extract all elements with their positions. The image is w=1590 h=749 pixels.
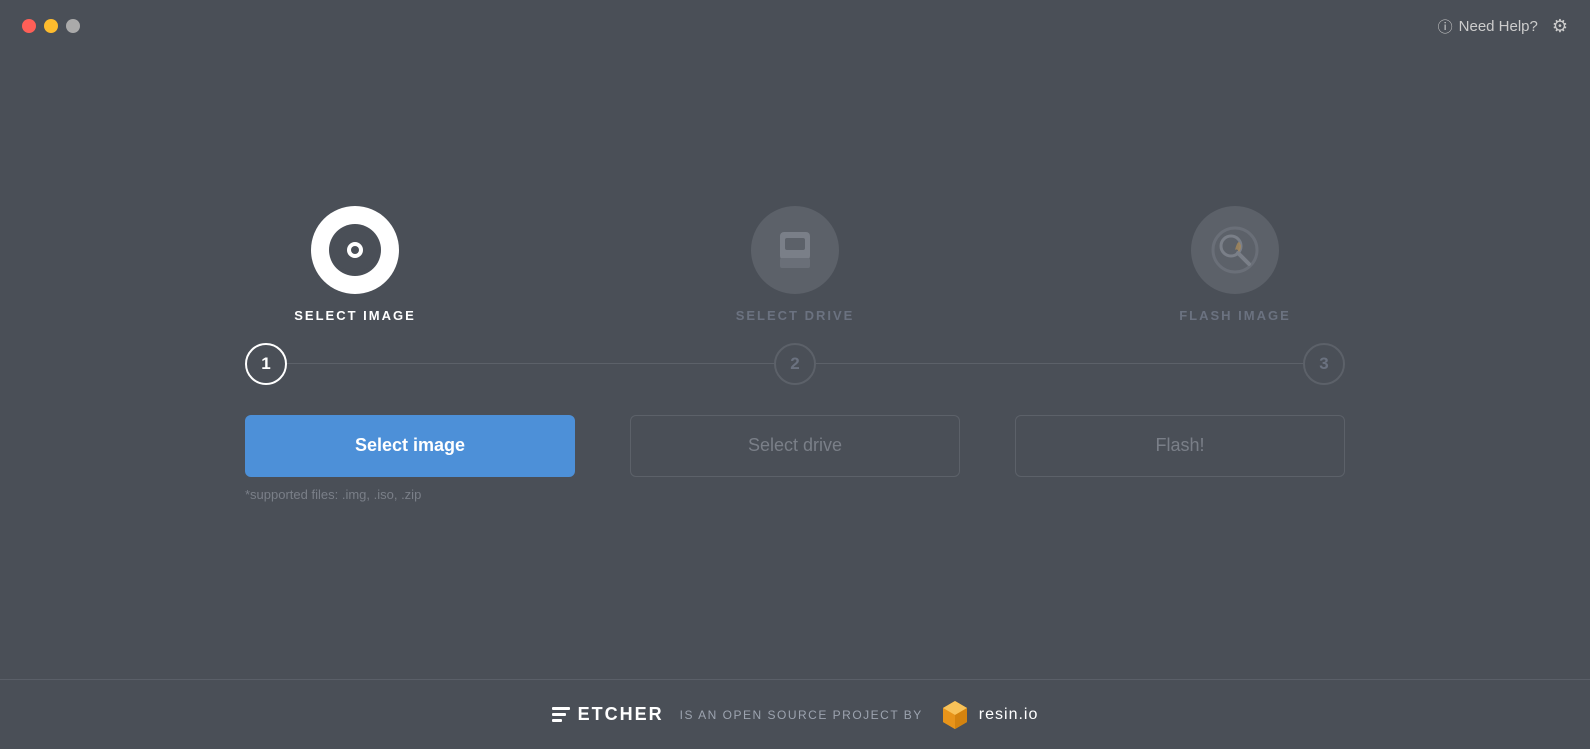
flash-icon (1209, 224, 1261, 276)
step-flash-image: FLASH IMAGE (1125, 206, 1345, 323)
select-drive-icon-circle (751, 206, 839, 294)
resin-text: resin.io (979, 706, 1039, 724)
settings-button[interactable]: ⚙ (1552, 16, 1568, 37)
minimize-button[interactable] (44, 19, 58, 33)
steps-container: SELECT IMAGE SELECT DRIVE (245, 206, 1345, 323)
etcher-line-2 (552, 713, 566, 716)
help-button[interactable]: ⓘ Need Help? (1438, 16, 1538, 37)
traffic-lights (22, 19, 80, 33)
step-number-1: 1 (245, 343, 287, 385)
step-number-2: 2 (774, 343, 816, 385)
drive-icon (769, 224, 821, 276)
resin-logo: resin.io (939, 699, 1039, 731)
step-number-1-wrapper: 1 (245, 343, 287, 385)
resin-cube-icon (939, 699, 971, 731)
step-number-3: 3 (1303, 343, 1345, 385)
disc-icon (329, 224, 381, 276)
step-select-drive-label: SELECT DRIVE (736, 308, 855, 323)
select-image-icon-circle (311, 206, 399, 294)
select-drive-button[interactable]: Select drive (630, 415, 960, 477)
progress-row: 1 2 3 (245, 343, 1345, 385)
select-image-section: Select image *supported files: .img, .is… (245, 415, 575, 502)
main-content: SELECT IMAGE SELECT DRIVE (0, 52, 1590, 679)
etcher-lines-icon (552, 707, 570, 722)
footer: ETCHER IS AN OPEN SOURCE PROJECT BY resi… (0, 679, 1590, 749)
supported-files-label: *supported files: .img, .iso, .zip (245, 487, 575, 502)
etcher-name: ETCHER (578, 704, 664, 725)
select-image-button[interactable]: Select image (245, 415, 575, 477)
step-number-2-wrapper: 2 (774, 343, 816, 385)
gear-icon: ⚙ (1552, 16, 1568, 36)
open-source-text: IS AN OPEN SOURCE PROJECT BY (680, 708, 923, 722)
connector-line-2 (816, 363, 1303, 364)
etcher-logo: ETCHER (552, 704, 664, 725)
etcher-line-1 (552, 707, 570, 710)
maximize-button[interactable] (66, 19, 80, 33)
buttons-row: Select image *supported files: .img, .is… (245, 415, 1345, 502)
close-button[interactable] (22, 19, 36, 33)
step-select-image-label: SELECT IMAGE (294, 308, 416, 323)
step-number-3-wrapper: 3 (1303, 343, 1345, 385)
flash-button[interactable]: Flash! (1015, 415, 1345, 477)
etcher-line-3 (552, 719, 562, 722)
flash-image-icon-circle (1191, 206, 1279, 294)
titlebar-right: ⓘ Need Help? ⚙ (1438, 16, 1568, 37)
help-label: Need Help? (1459, 18, 1538, 35)
question-icon: ⓘ (1438, 16, 1453, 37)
step-flash-image-label: FLASH IMAGE (1179, 308, 1291, 323)
step-select-drive: SELECT DRIVE (685, 206, 905, 323)
titlebar: ⓘ Need Help? ⚙ (0, 0, 1590, 52)
connector-line-1 (287, 363, 774, 364)
step-select-image: SELECT IMAGE (245, 206, 465, 323)
